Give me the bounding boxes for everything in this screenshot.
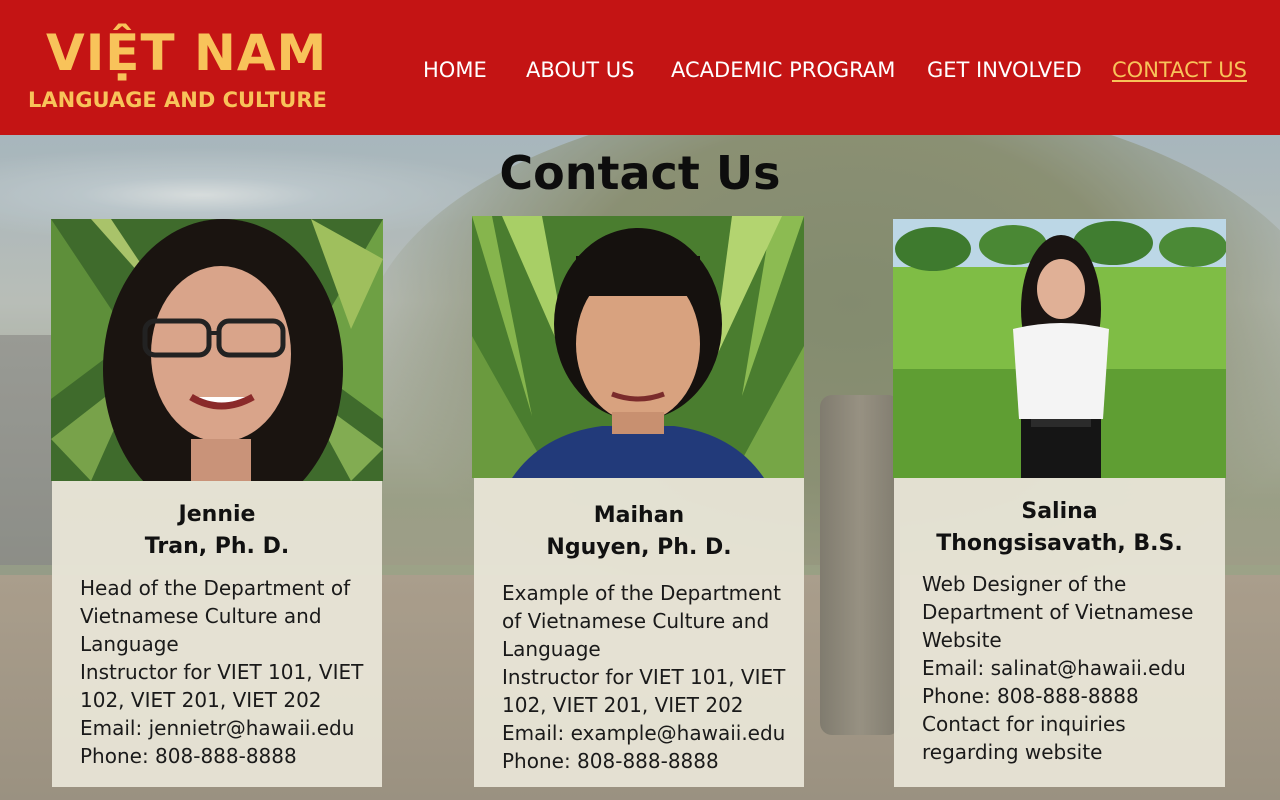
contact-detail-line: of Vietnamese Culture and: [502, 609, 770, 633]
contact-detail-line: Web Designer of the: [922, 572, 1127, 596]
contact-details: Head of the Department of Vietnamese Cul…: [80, 574, 376, 770]
nav-contact-link[interactable]: CONTACT US: [1112, 58, 1247, 82]
contact-phone: Phone: 808-888-8888: [502, 749, 719, 773]
contact-name-line1: Jennie: [178, 502, 256, 527]
contact-details: Example of the Department of Vietnamese …: [502, 579, 798, 775]
contact-detail-line: 102, VIET 201, VIET 202: [80, 688, 322, 712]
contact-info-panel: Jennie Tran, Ph. D. Head of the Departme…: [52, 481, 382, 787]
contact-detail-line: Contact for inquiries: [922, 712, 1126, 736]
contact-detail-line: Language: [80, 632, 179, 656]
site-header: VIỆT NAM LANGUAGE AND CULTURE HOME ABOUT…: [0, 0, 1280, 135]
contact-detail-line: Website: [922, 628, 1002, 652]
contact-detail-line: Department of Vietnamese: [922, 600, 1194, 624]
contact-name-line1: Salina: [1021, 499, 1098, 524]
contact-info-panel: Salina Thongsisavath, B.S. Web Designer …: [894, 478, 1225, 787]
contact-name-line2: Nguyen, Ph. D.: [546, 535, 732, 560]
contact-phone: Phone: 808-888-8888: [922, 684, 1139, 708]
contact-detail-line: regarding website: [922, 740, 1103, 764]
contact-detail-line: Instructor for VIET 101, VIET: [80, 660, 364, 684]
contact-details: Web Designer of the Department of Vietna…: [922, 570, 1218, 766]
contact-detail-line: Instructor for VIET 101, VIET: [502, 665, 786, 689]
contact-name: Jennie Tran, Ph. D.: [52, 499, 382, 563]
contact-phone: Phone: 808-888-8888: [80, 744, 297, 768]
contact-detail-line: Example of the Department: [502, 581, 781, 605]
contact-detail-line: Head of the Department of: [80, 576, 351, 600]
contact-photo: [472, 216, 804, 478]
logo-title: VIỆT NAM: [46, 24, 328, 82]
contact-email[interactable]: Email: salinat@hawaii.edu: [922, 654, 1218, 682]
contact-photo: [893, 219, 1226, 478]
nav-get-involved-link[interactable]: GET INVOLVED: [927, 58, 1082, 82]
contact-name-line1: Maihan: [593, 503, 685, 528]
contact-name: Salina Thongsisavath, B.S.: [894, 496, 1225, 560]
nav-academic-program-link[interactable]: ACADEMIC PROGRAM: [671, 58, 895, 82]
contact-info-panel: Maihan Nguyen, Ph. D. Example of the Dep…: [474, 478, 804, 787]
contact-email[interactable]: Email: example@hawaii.edu: [502, 719, 798, 747]
contact-email[interactable]: Email: jennietr@hawaii.edu: [80, 714, 376, 742]
contact-name-line2: Tran, Ph. D.: [144, 534, 290, 559]
contact-detail-line: Vietnamese Culture and: [80, 604, 322, 628]
nav-home-link[interactable]: HOME: [423, 58, 487, 82]
nav-about-link[interactable]: ABOUT US: [526, 58, 635, 82]
page-title: Contact Us: [499, 146, 781, 200]
contact-photo: [51, 219, 383, 481]
contact-detail-line: 102, VIET 201, VIET 202: [502, 693, 744, 717]
contact-detail-line: Language: [502, 637, 601, 661]
contact-name-line2: Thongsisavath, B.S.: [936, 531, 1183, 556]
contact-name: Maihan Nguyen, Ph. D.: [474, 500, 804, 564]
logo-subtitle: LANGUAGE AND CULTURE: [28, 88, 327, 112]
